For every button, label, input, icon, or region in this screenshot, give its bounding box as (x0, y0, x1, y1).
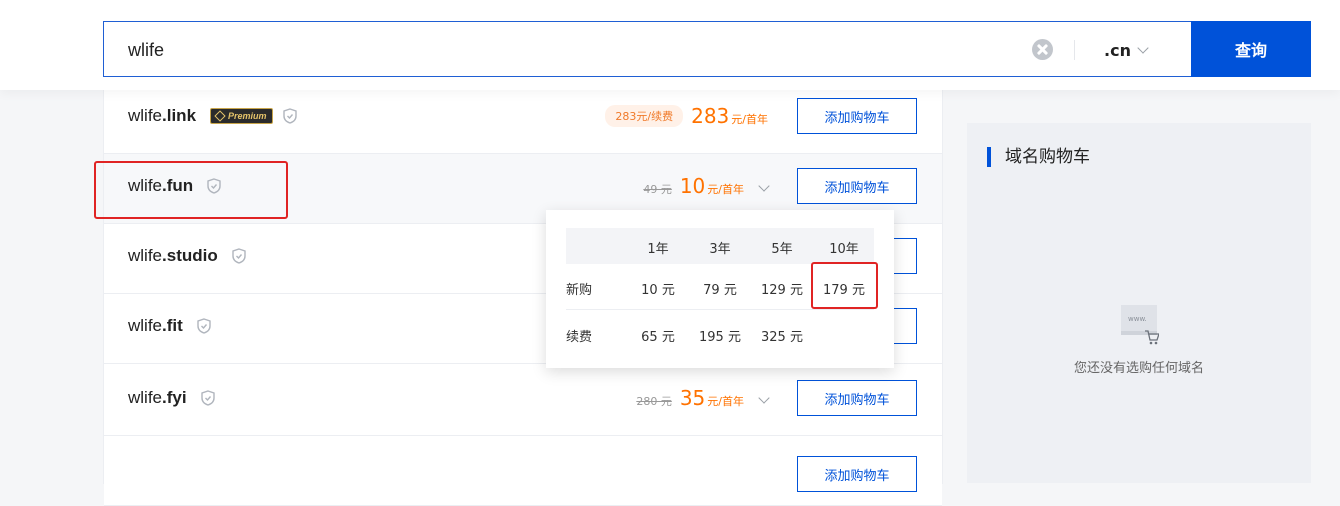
add-to-cart-button[interactable]: 添加购物车 (797, 380, 917, 416)
header-3y: 3年 (709, 242, 731, 257)
header-10y: 10年 (829, 242, 859, 257)
domain-name: wlife .link Premium (128, 106, 297, 126)
header-5y: 5年 (771, 242, 793, 257)
chevron-down-icon[interactable] (758, 392, 770, 404)
domain-name: wlife .studio (128, 246, 246, 266)
domain-tld: .fyi (162, 388, 187, 407)
annotation-box (811, 262, 878, 309)
tld-select[interactable]: .cn (1104, 38, 1149, 62)
price-cell: 79 元 (703, 283, 737, 298)
price-cell: 65 元 (641, 330, 675, 345)
search-button[interactable]: 查询 (1191, 21, 1311, 77)
original-price: 49 元 (643, 183, 672, 196)
original-price: 280 元 (636, 395, 672, 408)
price-area[interactable]: 280 元 35 元/首年 (636, 386, 770, 410)
table-row: 添加购物车 (104, 436, 942, 506)
domain-tld: .fit (162, 316, 183, 335)
domain-label: wlife (128, 316, 163, 335)
domain-label: wlife (128, 106, 163, 125)
domain-tld: .link (162, 106, 197, 125)
shield-icon (282, 108, 297, 124)
table-row: wlife .fyi 280 元 35 元/首年 添加购物车 (104, 366, 942, 436)
tld-select-value: .cn (1104, 40, 1131, 60)
search-header: .cn 查询 (0, 0, 1340, 90)
domain-tld: .studio (162, 246, 218, 265)
add-to-cart-button[interactable]: 添加购物车 (797, 98, 917, 134)
price-value: 283 (691, 104, 730, 128)
domain-name: wlife .fit (128, 316, 211, 336)
price-unit: 元/首年 (731, 113, 768, 126)
divider (566, 309, 874, 310)
renew-price-tag: 283元/续费 (605, 105, 684, 127)
price-cell: 10 元 (641, 283, 675, 298)
premium-badge: Premium (210, 108, 273, 124)
annotation-box (94, 161, 288, 219)
domain-label: wlife (128, 246, 163, 265)
domain-name: wlife .fyi (128, 388, 215, 408)
divider (1074, 40, 1075, 60)
price-unit: 元/首年 (707, 395, 744, 408)
search-box: .cn (103, 21, 1192, 77)
header-1y: 1年 (647, 242, 669, 257)
cart-icon-label: www. (1128, 315, 1147, 323)
chevron-down-icon (1137, 42, 1149, 54)
price-area: 283元/续费 283 元/首年 (605, 104, 768, 128)
price-unit: 元/首年 (707, 183, 744, 196)
table-row: wlife .link Premium 283元/续费 283 元/首年 添加购物… (104, 84, 942, 154)
price-area[interactable]: 49 元 10 元/首年 (643, 174, 770, 198)
shield-icon (232, 248, 246, 264)
premium-label: Premium (228, 111, 267, 121)
empty-cart-icon: www. (1121, 305, 1159, 345)
add-to-cart-button[interactable]: 添加购物车 (797, 456, 917, 492)
price-cell: 195 元 (699, 330, 741, 345)
row-label-renew: 续费 (566, 330, 593, 345)
price-value: 10 (679, 174, 706, 198)
domain-label: wlife (128, 388, 163, 407)
shield-icon (200, 390, 215, 406)
price-cell: 325 元 (761, 330, 803, 345)
shield-icon (197, 318, 211, 334)
clear-search-icon[interactable] (1032, 39, 1053, 60)
add-to-cart-button[interactable]: 添加购物车 (797, 168, 917, 204)
cart-empty-text: 您还没有选购任何域名 (1073, 361, 1204, 376)
cart-title: 域名购物车 (987, 147, 1090, 167)
price-cell: 129 元 (761, 283, 803, 298)
chevron-down-icon[interactable] (758, 180, 770, 192)
gem-icon (214, 110, 226, 122)
price-value: 35 (679, 386, 706, 410)
cart-panel: 域名购物车 www. 您还没有选购任何域名 (967, 123, 1311, 483)
row-label-new: 新购 (566, 283, 593, 298)
search-input[interactable] (128, 36, 1008, 64)
